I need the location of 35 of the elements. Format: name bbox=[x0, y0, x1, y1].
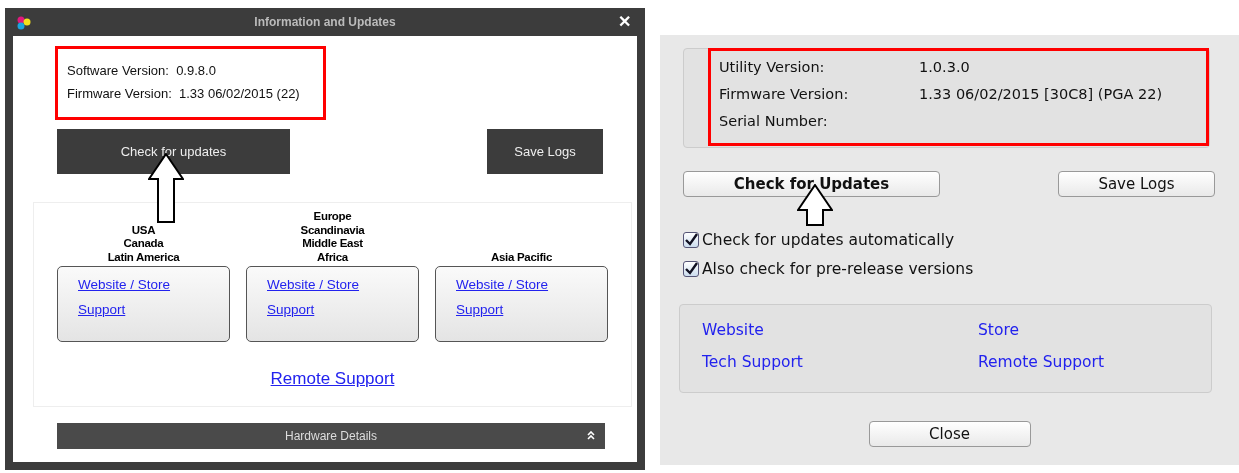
checkbox[interactable] bbox=[683, 261, 699, 277]
save-logs-button[interactable]: Save Logs bbox=[487, 129, 603, 174]
store-link[interactable]: Store bbox=[978, 321, 1019, 339]
check-updates-button[interactable]: Check for updates bbox=[57, 129, 290, 174]
checkbox[interactable] bbox=[683, 232, 699, 248]
version-text: Firmware Version: 1.33 06/02/2015 (22) bbox=[67, 86, 301, 101]
window-title: Information and Updates bbox=[254, 15, 396, 29]
region-link[interactable]: Support bbox=[267, 302, 315, 317]
info-value: 1.33 06/02/2015 [30C8] (PGA 22) bbox=[919, 86, 1164, 102]
website-link[interactable]: Website bbox=[702, 321, 764, 339]
region-link[interactable]: Website / Store bbox=[78, 277, 171, 292]
info-label: Utility Version: bbox=[719, 59, 826, 75]
tech-support-link[interactable]: Tech Support bbox=[702, 353, 803, 371]
remote-support-link[interactable]: Remote Support bbox=[978, 353, 1104, 371]
close-button[interactable]: Close bbox=[868, 421, 1031, 447]
checkbox-label: Check for updates automatically bbox=[702, 231, 955, 249]
remote-support-link[interactable]: Remote Support bbox=[270, 369, 395, 389]
check-updates-button[interactable]: Check for Updates bbox=[683, 171, 940, 197]
version-text: Software Version: 0.9.8.0 bbox=[67, 63, 217, 78]
info-value: 1.0.3.0 bbox=[919, 59, 971, 75]
info-label: Serial Number: bbox=[719, 113, 829, 129]
chevron-up-icon bbox=[587, 431, 595, 440]
hardware-details-bar[interactable]: Hardware Details bbox=[57, 423, 605, 449]
close-button[interactable]: ✕ bbox=[614, 12, 635, 31]
info-label: Firmware Version: bbox=[719, 86, 850, 102]
region-link[interactable]: Website / Store bbox=[456, 277, 549, 292]
logo-icon bbox=[17, 16, 33, 30]
save-logs-button[interactable]: Save Logs bbox=[1058, 171, 1215, 197]
region-name: USA Canada Latin America bbox=[107, 223, 180, 264]
region-link[interactable]: Support bbox=[456, 302, 504, 317]
region-link[interactable]: Support bbox=[78, 302, 126, 317]
checkbox-label: Also check for pre-release versions bbox=[702, 260, 974, 278]
region-link[interactable]: Website / Store bbox=[267, 277, 360, 292]
region-name: Asia Pacific bbox=[491, 250, 552, 264]
region-name: Europe Scandinavia Middle East Africa bbox=[300, 210, 365, 264]
